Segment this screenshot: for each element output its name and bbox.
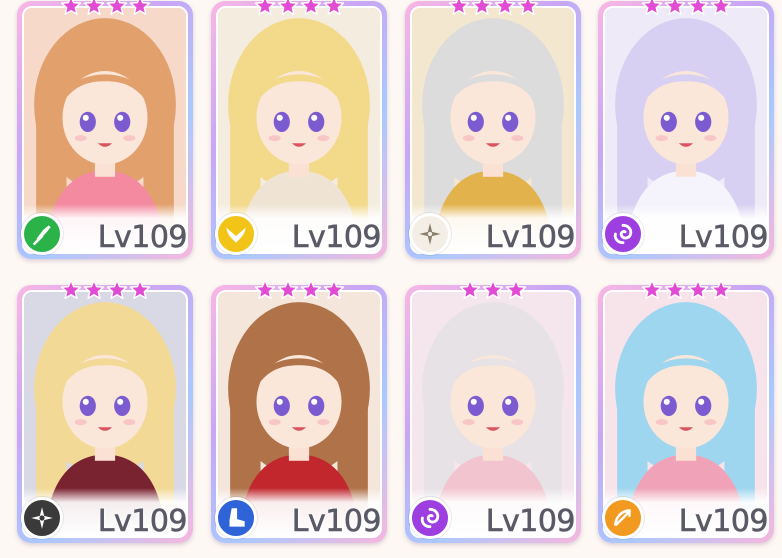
- level-label: Lv109: [97, 220, 187, 256]
- level-label: Lv109: [291, 504, 381, 540]
- star-icon: [482, 279, 504, 299]
- character-card[interactable]: Lv109: [17, 279, 193, 543]
- compass-icon: [409, 213, 451, 255]
- light-wing-icon: [215, 213, 257, 255]
- star-icon: [60, 0, 81, 15]
- star-icon: [687, 279, 708, 299]
- star-icon: [254, 279, 275, 299]
- star-icon: [641, 279, 662, 299]
- star-icon: [83, 279, 104, 299]
- level-label: Lv109: [678, 220, 768, 256]
- star-icon: [471, 0, 492, 15]
- star-rating: [405, 0, 581, 17]
- level-label: Lv109: [485, 504, 575, 540]
- star-icon: [687, 0, 708, 15]
- bow-icon: [602, 497, 644, 539]
- star-icon: [641, 0, 662, 15]
- star-icon: [300, 279, 321, 299]
- star-icon: [664, 0, 685, 15]
- star-icon: [505, 279, 527, 299]
- wind-icon: [21, 213, 63, 255]
- character-card[interactable]: Lv109: [211, 0, 387, 259]
- star-icon: [277, 279, 298, 299]
- character-card[interactable]: Lv109: [405, 0, 581, 259]
- level-label: Lv109: [678, 504, 768, 540]
- star-icon: [710, 0, 731, 15]
- boot-icon: [215, 497, 257, 539]
- star-icon: [323, 0, 344, 15]
- star-icon: [494, 0, 515, 15]
- character-card[interactable]: Lv109: [598, 0, 774, 259]
- vortex-icon: [602, 213, 644, 255]
- star-icon: [277, 0, 298, 15]
- star-icon: [129, 0, 150, 15]
- character-card[interactable]: Lv109: [405, 279, 581, 543]
- shuriken-icon: [21, 497, 63, 539]
- level-label: Lv109: [97, 504, 187, 540]
- star-icon: [323, 279, 344, 299]
- vortex-icon: [409, 497, 451, 539]
- star-icon: [710, 279, 731, 299]
- star-icon: [106, 279, 127, 299]
- star-icon: [448, 0, 469, 15]
- character-card[interactable]: Lv109: [211, 279, 387, 543]
- star-rating: [598, 279, 774, 301]
- star-icon: [106, 0, 127, 15]
- star-icon: [83, 0, 104, 15]
- star-rating: [211, 279, 387, 301]
- level-label: Lv109: [485, 220, 575, 256]
- character-roster-grid: Lv109 Lv109 Lv109 Lv109 Lv109 Lv109 Lv10…: [0, 0, 782, 558]
- star-rating: [405, 279, 581, 301]
- star-icon: [300, 0, 321, 15]
- star-rating: [211, 0, 387, 17]
- star-icon: [459, 279, 481, 299]
- star-rating: [598, 0, 774, 17]
- star-rating: [17, 0, 193, 17]
- star-icon: [129, 279, 150, 299]
- character-card[interactable]: Lv109: [17, 0, 193, 259]
- star-icon: [60, 279, 81, 299]
- star-icon: [254, 0, 275, 15]
- star-rating: [17, 279, 193, 301]
- star-icon: [664, 279, 685, 299]
- level-label: Lv109: [291, 220, 381, 256]
- character-card[interactable]: Lv109: [598, 279, 774, 543]
- star-icon: [517, 0, 538, 15]
